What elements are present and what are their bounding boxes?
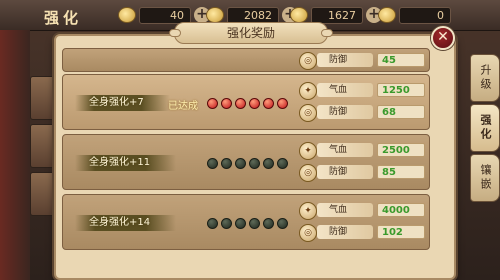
enhance-level-label: 全身强化+11	[75, 155, 177, 171]
reward-row-7: 全身强化+7 已达成 ✦ 气血 1250 ◎ 防御 68	[62, 74, 430, 130]
hp-icon: ✦	[299, 202, 317, 220]
stat-name: 防御	[317, 53, 373, 67]
gem-lit	[235, 98, 246, 109]
shield-icon: ◎	[299, 224, 317, 242]
stat-defense: ◎ 防御 102	[299, 224, 425, 242]
progress-gems	[207, 158, 291, 169]
stat-hp: ✦ 气血 4000	[299, 202, 425, 220]
dialog-title: 强化奖励	[169, 22, 333, 44]
reward-row-partial: ◎ 防御 45	[62, 48, 430, 72]
progress-gems	[207, 218, 291, 229]
tab-inlay[interactable]: 镶嵌	[470, 154, 500, 202]
tab-upgrade[interactable]: 升级	[470, 54, 500, 102]
resource-value-4: 0	[399, 6, 451, 24]
stat-value: 68	[377, 105, 425, 119]
left-item-slot-2[interactable]	[30, 124, 56, 168]
stat-value: 2500	[377, 143, 425, 157]
stat-hp: ✦ 气血 1250	[299, 82, 425, 100]
progress-gems	[207, 98, 291, 109]
gem-unlit	[207, 218, 218, 229]
page-title: 强化	[44, 9, 83, 27]
hp-icon: ✦	[299, 142, 317, 160]
gem-unlit	[249, 158, 260, 169]
stat-value: 85	[377, 165, 425, 179]
gem-unlit	[263, 218, 274, 229]
resource-slot-4: 0	[378, 6, 451, 24]
resource-value-3: 1627	[311, 6, 363, 24]
gem-unlit	[249, 218, 260, 229]
ingot-icon	[206, 7, 224, 23]
gem-unlit	[235, 218, 246, 229]
left-item-slot-3[interactable]	[30, 172, 56, 216]
stat-defense: ◎ 防御 85	[299, 164, 425, 182]
achieved-status: 已达成	[168, 101, 198, 112]
gem-lit	[207, 98, 218, 109]
stat-value: 102	[377, 225, 425, 239]
stat-value: 1250	[377, 83, 425, 97]
stat-name: 防御	[317, 225, 373, 239]
gem-unlit	[235, 158, 246, 169]
gem-lit	[221, 98, 232, 109]
stat-value: 45	[377, 53, 425, 67]
stat-value: 4000	[377, 203, 425, 217]
gem-lit	[277, 98, 288, 109]
stat-name: 防御	[317, 105, 373, 119]
gem-unlit	[263, 158, 274, 169]
stat-defense: ◎ 防御 68	[299, 104, 425, 122]
gold-icon	[290, 7, 308, 23]
stat-defense: ◎ 防御 45	[299, 52, 425, 70]
tab-enhance[interactable]: 强化	[470, 104, 500, 152]
gem-unlit	[221, 158, 232, 169]
left-decoration	[0, 30, 30, 280]
reward-row-14: 全身强化+14 ✦ 气血 4000 ◎ 防御 102	[62, 194, 430, 250]
resource-value-2: 2082	[227, 6, 279, 24]
stat-name: 气血	[317, 83, 373, 97]
left-item-slot-1[interactable]	[30, 76, 56, 120]
gem-unlit	[277, 158, 288, 169]
shield-icon: ◎	[299, 52, 317, 70]
stat-name: 气血	[317, 143, 373, 157]
gem-icon	[378, 7, 396, 23]
coin-icon	[118, 7, 136, 23]
enhance-level-label: 全身强化+14	[75, 215, 177, 231]
stat-name: 气血	[317, 203, 373, 217]
close-icon[interactable]: ✕	[431, 26, 455, 50]
gem-lit	[263, 98, 274, 109]
shield-icon: ◎	[299, 164, 317, 182]
reward-row-11: 全身强化+11 ✦ 气血 2500 ◎ 防御 85	[62, 134, 430, 190]
stat-name: 防御	[317, 165, 373, 179]
gem-unlit	[207, 158, 218, 169]
resource-value-1: 40	[139, 6, 191, 24]
stat-hp: ✦ 气血 2500	[299, 142, 425, 160]
gem-lit	[249, 98, 260, 109]
gem-unlit	[221, 218, 232, 229]
shield-icon: ◎	[299, 104, 317, 122]
reward-list[interactable]: ◎ 防御 45 全身强化+7 已达成 ✦ 气血 1250 ◎ 防御 68 全身强…	[62, 48, 430, 270]
enhance-level-label: 全身强化+7	[75, 95, 170, 111]
hp-icon: ✦	[299, 82, 317, 100]
gem-unlit	[277, 218, 288, 229]
